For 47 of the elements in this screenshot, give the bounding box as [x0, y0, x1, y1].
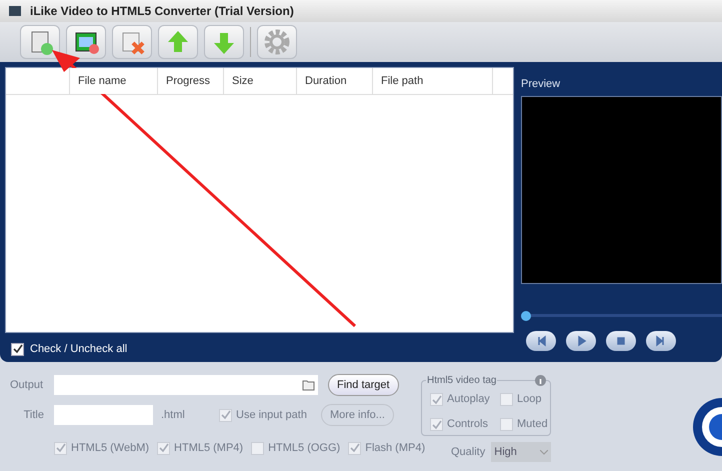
title-label: Title [22, 408, 45, 423]
player-button[interactable] [526, 330, 556, 350]
preview-title: Preview [521, 77, 562, 92]
checkbox[interactable] [54, 442, 67, 454]
checkbox-label: Muted [517, 417, 548, 432]
skip-forward-icon [655, 334, 667, 346]
file-extension: .html [161, 408, 186, 423]
stop-icon [615, 334, 627, 346]
find-target-button[interactable]: Find target [328, 374, 399, 396]
column-header[interactable]: File name [70, 68, 158, 94]
player-button[interactable] [566, 330, 596, 350]
chevron-down-icon [540, 450, 548, 454]
seek-slider[interactable] [521, 310, 722, 320]
checkbox[interactable] [500, 418, 513, 431]
output-field[interactable] [54, 375, 318, 395]
checkbox[interactable] [348, 442, 362, 454]
checkbox-label: Check / Uncheck all [30, 342, 128, 357]
checkbox-label: Loop [517, 392, 542, 408]
group-title: Html5 video tag [426, 373, 498, 388]
folder-icon [302, 379, 316, 391]
info-icon[interactable] [535, 375, 546, 386]
toolbar-button[interactable] [66, 25, 106, 59]
checkbox[interactable] [430, 418, 443, 431]
checkbox-label: Autoplay [447, 392, 490, 408]
player-button[interactable] [646, 330, 676, 350]
player-button[interactable] [606, 330, 636, 350]
checkbox[interactable] [251, 442, 264, 454]
convert-button[interactable] [692, 398, 722, 456]
checkbox[interactable] [219, 408, 232, 422]
checkbox-label: Flash (MP4) [365, 440, 426, 456]
checkbox[interactable] [11, 342, 24, 356]
checkbox-label: Use input path [236, 408, 307, 423]
quality-dropdown[interactable]: High [491, 442, 551, 462]
checkbox[interactable] [430, 393, 443, 406]
window-title: iLike Video to HTML5 Converter (Trial Version) [30, 3, 294, 20]
checkbox[interactable] [157, 442, 170, 454]
checkbox-label: Controls [447, 417, 488, 432]
slider-thumb[interactable] [521, 310, 531, 320]
checkbox-label: HTML5 (OGG) [268, 440, 340, 456]
checkbox-label: HTML5 (WebM) [71, 440, 150, 456]
quality-label: Quality [451, 444, 486, 460]
checkbox[interactable] [500, 393, 513, 406]
gear-icon [262, 27, 292, 57]
app-icon [8, 4, 22, 18]
output-label: Output [10, 378, 44, 393]
title-field[interactable] [54, 405, 153, 425]
checkbox-label: HTML5 (MP4) [174, 440, 244, 456]
